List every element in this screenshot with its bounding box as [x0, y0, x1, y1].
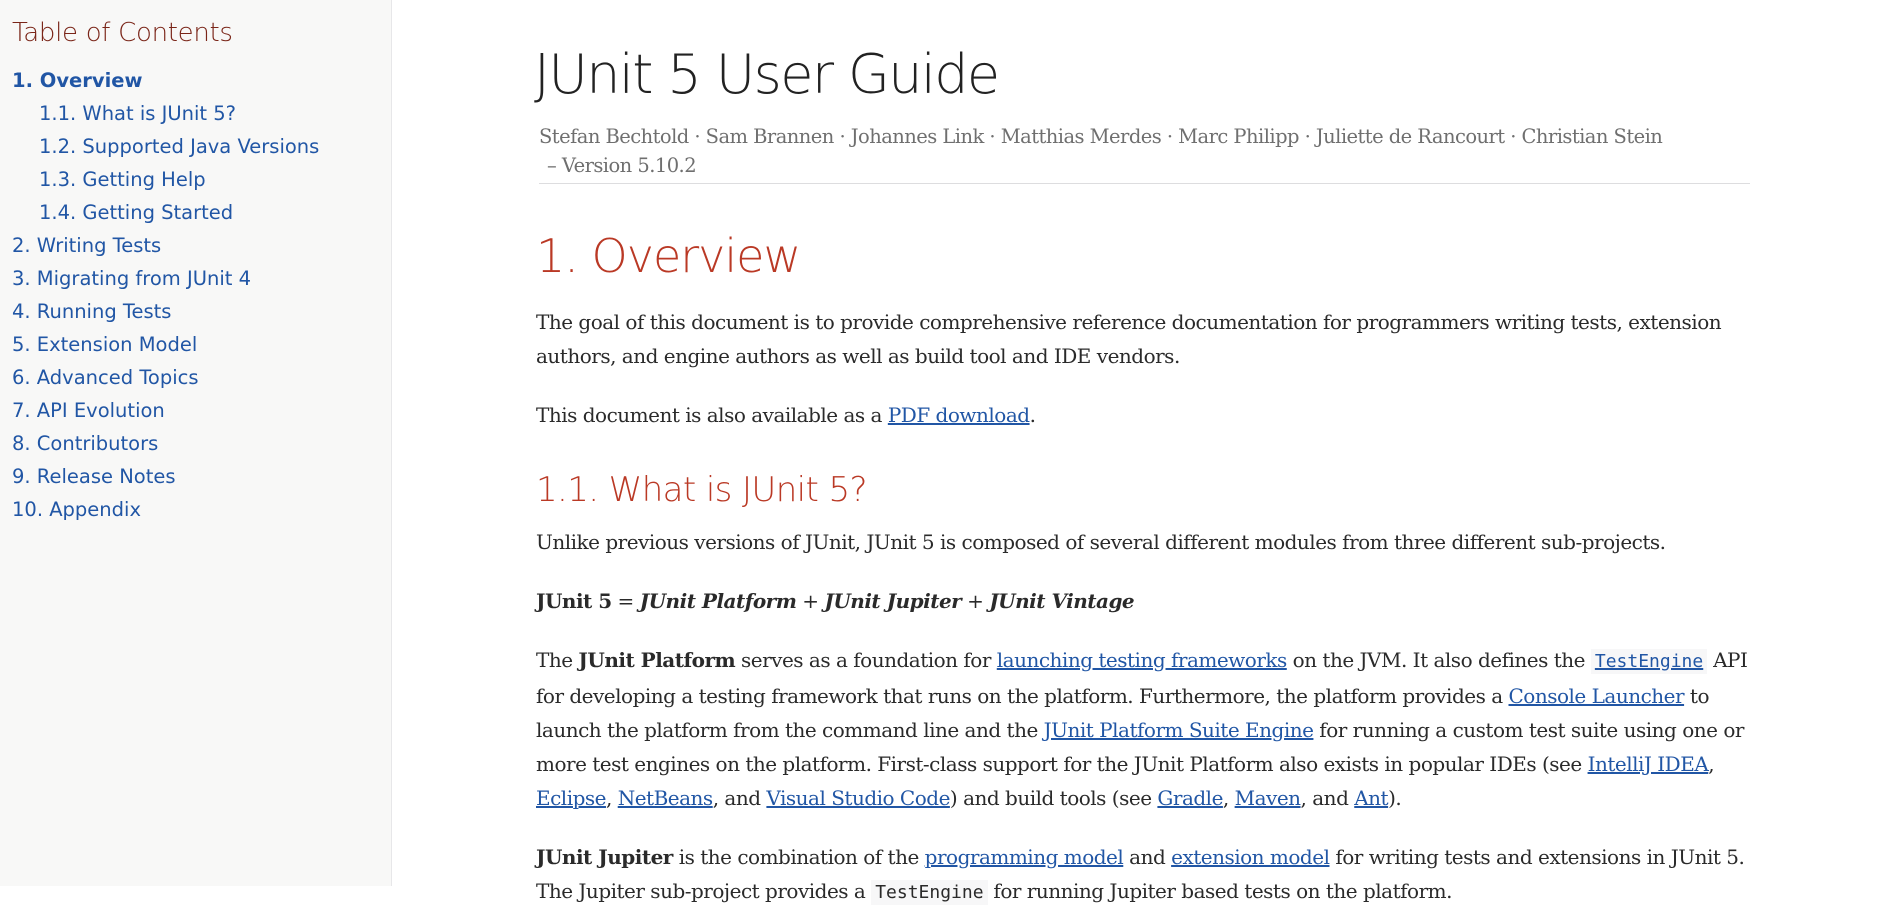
toc-item: 10. Appendix	[12, 493, 391, 526]
toc-item: 4. Running Tests	[12, 295, 391, 328]
formula-vintage: JUnit Vintage	[989, 589, 1135, 613]
pdf-download-link[interactable]: PDF download	[888, 403, 1030, 427]
toc-item: 5. Extension Model	[12, 328, 391, 361]
toc-link[interactable]: 8. Contributors	[12, 432, 158, 455]
ant-link[interactable]: Ant	[1354, 786, 1388, 810]
toc-link[interactable]: 1.3. Getting Help	[39, 168, 206, 191]
programming-model-link[interactable]: programming model	[925, 845, 1124, 869]
vscode-link[interactable]: Visual Studio Code	[766, 786, 950, 810]
modules-intro-paragraph: Unlike previous versions of JUnit, JUnit…	[536, 530, 1666, 554]
toc-link[interactable]: 10. Appendix	[12, 498, 141, 521]
toc-link[interactable]: 9. Release Notes	[12, 465, 176, 488]
author-list: Stefan Bechtold · Sam Brannen · Johannes…	[539, 122, 1750, 184]
toc-link[interactable]: 6. Advanced Topics	[12, 366, 199, 389]
toc-list: 1. Overview 1.1. What is JUnit 5? 1.2. Sup…	[12, 64, 391, 526]
testengine-code: TestEngine	[871, 880, 988, 905]
intellij-link[interactable]: IntelliJ IDEA	[1588, 752, 1709, 776]
toc-item: 1.2. Supported Java Versions	[12, 130, 391, 163]
formula-jupiter: JUnit Jupiter	[824, 589, 962, 613]
maven-link[interactable]: Maven	[1235, 786, 1301, 810]
testengine-api-link[interactable]: TestEngine	[1590, 648, 1708, 674]
authors-text: Stefan Bechtold · Sam Brannen · Johannes…	[539, 125, 1663, 148]
toc-link[interactable]: 7. API Evolution	[12, 399, 165, 422]
toc-link[interactable]: 1.1. What is JUnit 5?	[39, 102, 236, 125]
suite-engine-link[interactable]: JUnit Platform Suite Engine	[1044, 718, 1314, 742]
extension-model-link[interactable]: extension model	[1171, 845, 1330, 869]
section-heading-what-is-junit5: 1.1. What is JUnit 5?	[536, 470, 868, 510]
toc-link[interactable]: 1. Overview	[12, 69, 143, 92]
jupiter-paragraph: JUnit Jupiter is the combination of the …	[536, 845, 1745, 905]
table-of-contents: Table of Contents 1. Overview 1.1. What i…	[0, 0, 392, 886]
formula-junit5: JUnit 5	[536, 589, 612, 613]
toc-item: 2. Writing Tests	[12, 229, 391, 262]
toc-item: 1.1. What is JUnit 5?	[12, 97, 391, 130]
overview-paragraph: The goal of this document is to provide …	[536, 310, 1722, 368]
toc-item: 3. Migrating from JUnit 4	[12, 262, 391, 295]
gradle-link[interactable]: Gradle	[1157, 786, 1223, 810]
toc-link[interactable]: 5. Extension Model	[12, 333, 197, 356]
launching-testing-frameworks-link[interactable]: launching testing frameworks	[997, 648, 1288, 672]
revision-number: – Version 5.10.2	[547, 154, 697, 177]
formula-platform: JUnit Platform	[639, 589, 797, 613]
junit5-formula: JUnit 5 = JUnit Platform + JUnit Jupiter…	[536, 589, 1135, 613]
toc-item: 1.4. Getting Started	[12, 196, 391, 229]
netbeans-link[interactable]: NetBeans	[618, 786, 713, 810]
toc-item: 8. Contributors	[12, 427, 391, 460]
toc-link[interactable]: 3. Migrating from JUnit 4	[12, 267, 251, 290]
toc-link[interactable]: 1.4. Getting Started	[39, 201, 233, 224]
section-overview: 1. Overview The goal of this document is…	[536, 228, 1750, 910]
toc-item: 9. Release Notes	[12, 460, 391, 493]
page-title: JUnit 5 User Guide	[534, 43, 1000, 106]
toc-title: Table of Contents	[12, 18, 233, 48]
document-header: JUnit 5 User Guide Stefan Bechtold · Sam…	[534, 40, 1750, 184]
pdf-paragraph: This document is also available as a PDF…	[536, 403, 1036, 427]
toc-item: 6. Advanced Topics	[12, 361, 391, 394]
toc-link[interactable]: 4. Running Tests	[12, 300, 171, 323]
console-launcher-link[interactable]: Console Launcher	[1509, 684, 1685, 708]
toc-item: 1.3. Getting Help	[12, 163, 391, 196]
toc-item: 7. API Evolution	[12, 394, 391, 427]
eclipse-link[interactable]: Eclipse	[536, 786, 607, 810]
section-heading-overview: 1. Overview	[536, 229, 801, 283]
platform-paragraph: The JUnit Platform serves as a foundatio…	[536, 648, 1748, 810]
main-content: JUnit 5 User Guide Stefan Bechtold · Sam…	[534, 0, 1750, 910]
toc-link[interactable]: 2. Writing Tests	[12, 234, 161, 257]
toc-item: 1. Overview	[12, 64, 391, 97]
toc-link[interactable]: 1.2. Supported Java Versions	[39, 135, 319, 158]
